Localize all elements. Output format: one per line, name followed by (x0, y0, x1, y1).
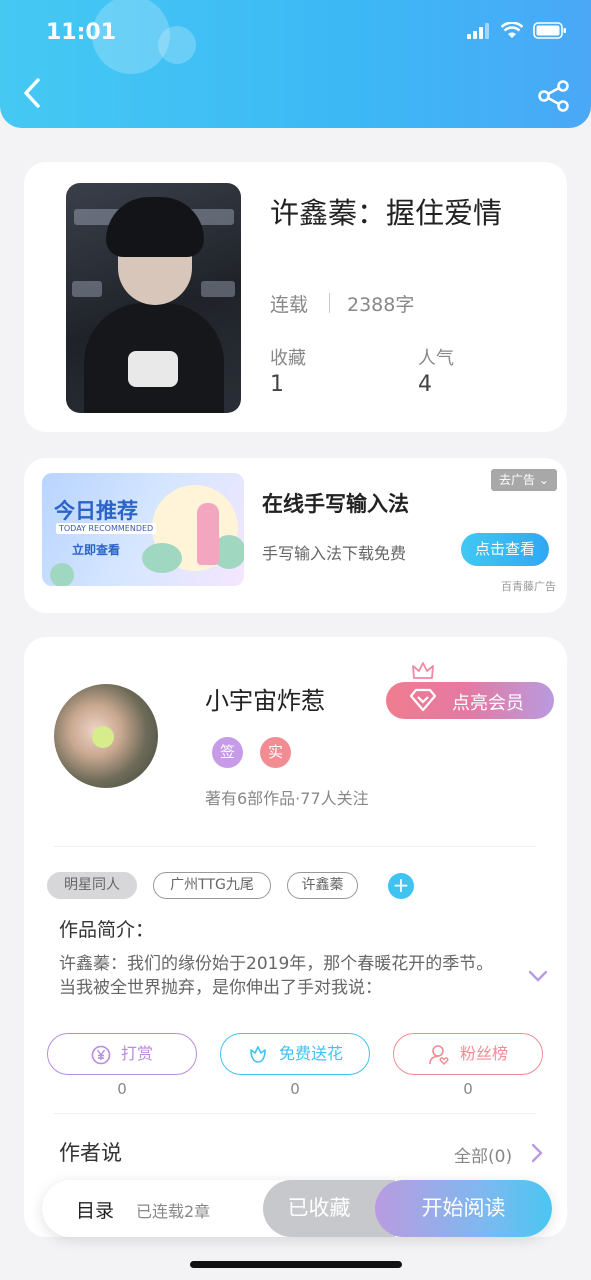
author-info-card: 小宇宙炸惹 签 实 著有6部作品·77人关注 点亮会员 明星同人 广州TTG九尾… (24, 637, 567, 1237)
book-info-card: 许鑫蓁：握住爱情 连载 2388字 收藏 1 人气 4 (24, 162, 567, 432)
toc-button[interactable]: 目录 (76, 1196, 114, 1223)
cover-decor (106, 197, 204, 257)
diamond-icon (410, 688, 436, 712)
flower-icon (250, 1045, 266, 1063)
status-icons (467, 22, 567, 39)
ad-banner-subtitle: TODAY RECOMMENDED (56, 523, 157, 534)
book-title: 许鑫蓁：握住爱情 (270, 196, 503, 230)
stat-label-favorites: 收藏 (270, 348, 306, 369)
chevron-down-icon[interactable] (528, 969, 548, 983)
stat-label-popularity: 人气 (418, 348, 454, 369)
signal-icon (467, 22, 489, 39)
divider (54, 1113, 536, 1114)
ad-view-button[interactable]: 点击查看 (461, 533, 549, 566)
ad-banner-cta: 立即查看 (72, 543, 121, 557)
bottom-action-bar: 目录 已连载2章 已收藏 开始阅读 (42, 1180, 552, 1237)
share-icon[interactable] (537, 80, 571, 112)
send-flower-button[interactable]: 免费送花 (220, 1033, 370, 1075)
fan-rank-count: 0 (463, 1080, 473, 1098)
author-meta: 著有6部作品·77人关注 (205, 789, 369, 808)
ad-decor (142, 543, 182, 573)
fan-user-icon (429, 1044, 449, 1065)
flower-count: 0 (290, 1080, 300, 1098)
verified-badge: 实 (260, 737, 291, 768)
top-header: 11:01 (0, 0, 591, 128)
book-word-count: 2388字 (347, 294, 415, 316)
author-says-all-link[interactable]: 全部(0) (454, 1142, 512, 1167)
intro-title: 作品简介： (59, 919, 155, 941)
stat-value-favorites: 1 (270, 372, 284, 397)
reward-label: 打赏 (120, 1044, 153, 1063)
remove-ad-button[interactable]: 去广告 ⌄ (491, 469, 557, 491)
start-reading-button[interactable]: 开始阅读 (375, 1180, 552, 1237)
cover-decor (201, 281, 235, 297)
remove-ad-label: 去广告 (499, 473, 536, 487)
reward-count: 0 (117, 1080, 127, 1098)
ad-description: 手写输入法下载免费 (262, 544, 407, 563)
decor-bubble (158, 26, 196, 64)
ad-decor (197, 503, 219, 565)
battery-icon (533, 22, 566, 39)
book-cover-image (66, 183, 241, 413)
send-flower-label: 免费送花 (278, 1044, 343, 1063)
cover-decor (128, 351, 178, 387)
chevron-right-icon[interactable] (530, 1143, 544, 1163)
divider (54, 846, 536, 847)
yen-coin-icon (91, 1045, 111, 1064)
tag-item[interactable]: 明星同人 (47, 872, 137, 899)
vip-button-label: 点亮会员 (452, 693, 524, 714)
toc-status[interactable]: 已连载2章 (136, 1198, 210, 1222)
tag-item[interactable]: 广州TTG九尾 (153, 872, 271, 899)
status-time: 11:01 (46, 20, 117, 45)
back-icon[interactable] (18, 76, 48, 110)
ad-title: 在线手写输入法 (262, 492, 409, 516)
reward-button[interactable]: 打赏 (47, 1033, 197, 1075)
favorited-label: 已收藏 (287, 1196, 351, 1220)
avatar-decor (92, 726, 114, 748)
signed-badge: 签 (212, 737, 243, 768)
crown-icon (412, 662, 434, 679)
author-name[interactable]: 小宇宙炸惹 (205, 681, 325, 716)
tag-item[interactable]: 许鑫蓁 (287, 872, 358, 899)
ad-decor (50, 563, 74, 586)
home-indicator (190, 1261, 402, 1268)
author-says-title: 作者说 (59, 1141, 122, 1165)
chevron-down-icon: ⌄ (538, 473, 549, 487)
fan-rank-label: 粉丝榜 (459, 1044, 508, 1063)
book-status: 连载 (270, 294, 309, 316)
ad-banner-image[interactable]: 今日推荐 TODAY RECOMMENDED 立即查看 (42, 473, 244, 586)
ad-banner-title: 今日推荐 (54, 499, 138, 523)
cover-decor (72, 281, 102, 297)
author-avatar[interactable] (54, 684, 158, 788)
wifi-icon (501, 22, 523, 38)
ad-card[interactable]: 今日推荐 TODAY RECOMMENDED 立即查看 在线手写输入法 手写输入… (24, 458, 567, 613)
divider (329, 293, 330, 313)
vip-activate-button[interactable]: 点亮会员 (386, 682, 554, 719)
fan-rank-button[interactable]: 粉丝榜 (393, 1033, 543, 1075)
stat-value-popularity: 4 (418, 372, 432, 397)
intro-text: 许鑫蓁：我们的缘份始于2019年，那个春暖花开的季节。当我被全世界抛弃，是你伸出… (59, 954, 494, 998)
add-tag-button[interactable]: + (388, 873, 414, 899)
ad-source: 百青藤广告 (501, 580, 556, 593)
